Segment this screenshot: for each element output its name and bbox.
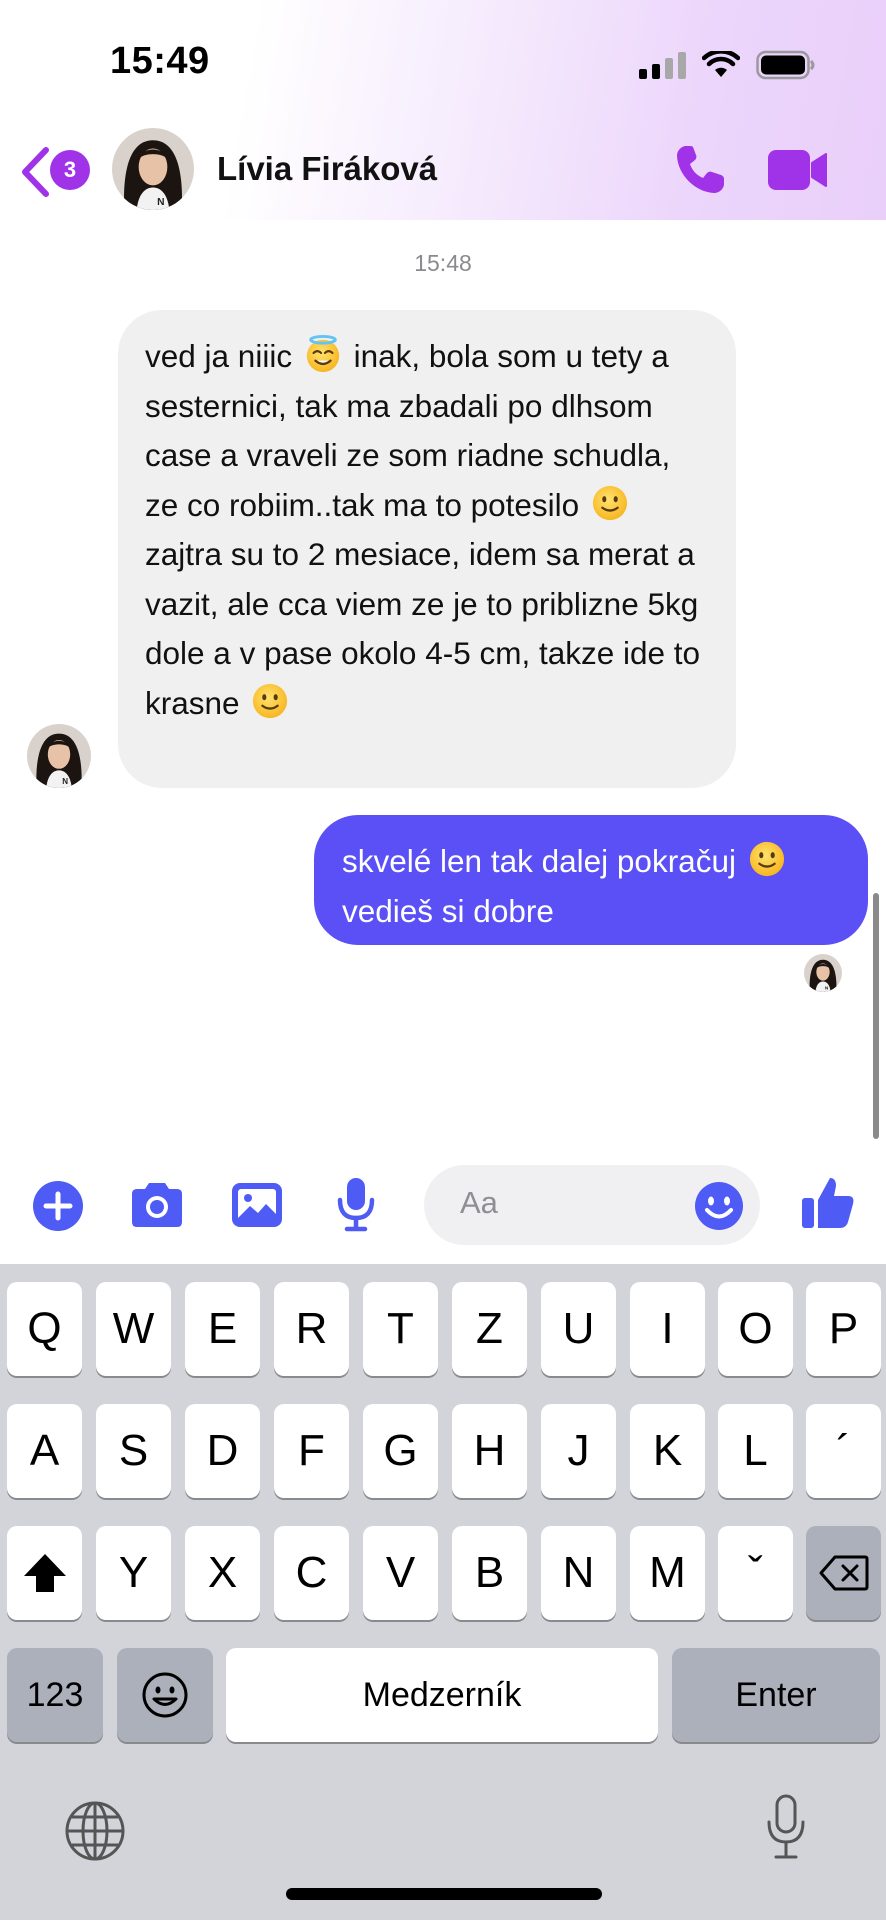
chat-scrollbar[interactable]	[873, 893, 879, 1139]
key-x[interactable]: X	[185, 1526, 260, 1620]
camera-button[interactable]	[128, 1180, 186, 1230]
more-actions-button[interactable]	[32, 1180, 84, 1232]
chat-header: 15:49 3 Lívia Firáková	[0, 0, 886, 220]
key-n[interactable]: N	[541, 1526, 616, 1620]
key-v[interactable]: V	[363, 1526, 438, 1620]
video-call-button[interactable]	[766, 146, 830, 194]
camera-icon	[132, 1183, 182, 1227]
emoji-keyboard-key[interactable]	[117, 1648, 213, 1742]
sender-avatar[interactable]	[27, 724, 91, 788]
key-caron[interactable]: ˇ	[718, 1526, 793, 1620]
key-e[interactable]: E	[185, 1282, 260, 1376]
key-u[interactable]: U	[541, 1282, 616, 1376]
key-a[interactable]: A	[7, 1404, 82, 1498]
key-o[interactable]: O	[718, 1282, 793, 1376]
unread-count-badge: 3	[50, 150, 90, 190]
message-text: skvelé len tak dalej pokračuj	[342, 843, 736, 879]
key-g[interactable]: G	[363, 1404, 438, 1498]
read-receipt-avatar	[804, 954, 842, 992]
status-time: 15:49	[110, 40, 210, 82]
shift-icon	[23, 1554, 66, 1592]
back-button[interactable]	[18, 146, 52, 198]
voice-message-button[interactable]	[336, 1176, 376, 1232]
key-q[interactable]: Q	[7, 1282, 82, 1376]
key-k[interactable]: K	[630, 1404, 705, 1498]
microphone-icon	[337, 1178, 375, 1232]
halo-smile-emoji	[304, 335, 342, 373]
battery-icon	[756, 50, 815, 80]
thumbs-up-icon	[802, 1178, 854, 1228]
dictation-button[interactable]	[766, 1794, 806, 1860]
key-z[interactable]: Z	[452, 1282, 527, 1376]
message-text: vedieš si dobre	[342, 892, 554, 929]
space-key[interactable]: Medzerník	[226, 1648, 658, 1742]
key-b[interactable]: B	[452, 1526, 527, 1620]
emoji-icon	[142, 1672, 188, 1718]
numbers-key[interactable]: 123	[7, 1648, 103, 1742]
key-d[interactable]: D	[185, 1404, 260, 1498]
key-r[interactable]: R	[274, 1282, 349, 1376]
cellular-signal-icon	[639, 51, 686, 79]
plus-icon	[33, 1181, 83, 1231]
key-i[interactable]: I	[630, 1282, 705, 1376]
key-j[interactable]: J	[541, 1404, 616, 1498]
contact-avatar[interactable]	[112, 128, 194, 210]
emoji-picker-button[interactable]	[694, 1181, 744, 1231]
key-acute-accent[interactable]: ´	[806, 1404, 881, 1498]
key-l[interactable]: L	[718, 1404, 793, 1498]
shift-key[interactable]	[7, 1526, 82, 1620]
message-timestamp: 15:48	[414, 250, 472, 276]
contact-name[interactable]: Lívia Firáková	[217, 150, 437, 188]
like-button[interactable]	[800, 1174, 856, 1230]
message-input-container[interactable]	[424, 1165, 760, 1245]
key-s[interactable]: S	[96, 1404, 171, 1498]
message-text: ved ja niiic	[145, 338, 293, 374]
key-y[interactable]: Y	[96, 1526, 171, 1620]
key-c[interactable]: C	[274, 1526, 349, 1620]
video-camera-icon	[768, 150, 827, 190]
backspace-icon	[819, 1555, 868, 1591]
slight-smile-emoji	[748, 840, 786, 878]
phone-icon	[677, 146, 724, 193]
key-w[interactable]: W	[96, 1282, 171, 1376]
status-icons	[639, 48, 816, 82]
chevron-left-icon	[22, 147, 49, 197]
emoji-icon	[695, 1182, 743, 1230]
outgoing-message-bubble[interactable]: skvelé len tak dalej pokračuj vedieš si …	[314, 815, 868, 945]
enter-key[interactable]: Enter	[672, 1648, 880, 1742]
slight-smile-emoji	[251, 682, 289, 720]
message-input[interactable]	[460, 1185, 660, 1221]
backspace-key[interactable]	[806, 1526, 881, 1620]
slight-smile-emoji	[591, 484, 629, 522]
key-f[interactable]: F	[274, 1404, 349, 1498]
key-h[interactable]: H	[452, 1404, 527, 1498]
audio-call-button[interactable]	[672, 142, 728, 198]
globe-button[interactable]	[64, 1800, 126, 1862]
wifi-icon	[702, 51, 740, 77]
image-icon	[232, 1183, 282, 1227]
incoming-message-bubble[interactable]: ved ja niiic inak, bola som u tety a ses…	[118, 310, 736, 788]
key-t[interactable]: T	[363, 1282, 438, 1376]
message-text: zajtra su to 2 mesiace, idem sa merat a …	[145, 536, 701, 721]
home-indicator	[286, 1888, 602, 1900]
key-p[interactable]: P	[806, 1282, 881, 1376]
globe-icon	[65, 1801, 125, 1861]
key-m[interactable]: M	[630, 1526, 705, 1620]
gallery-button[interactable]	[230, 1180, 284, 1230]
microphone-icon	[767, 1794, 805, 1859]
